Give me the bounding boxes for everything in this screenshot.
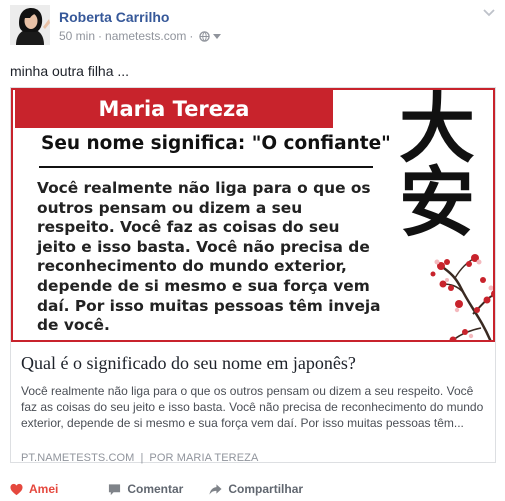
meta-separator-2: · [189, 29, 194, 43]
link-source: PT.NAMETESTS.COM | POR MARIA TEREZA [21, 452, 258, 464]
heart-icon [10, 483, 23, 495]
feed-post: Roberta Carrilho 50 min · nametests.com … [0, 0, 505, 501]
source-divider: | [140, 452, 144, 464]
love-label: Amei [29, 482, 59, 496]
kanji-top: 大 [399, 88, 475, 173]
share-icon [209, 483, 222, 495]
privacy-caret-icon[interactable] [213, 33, 222, 39]
love-button[interactable]: Amei [10, 482, 58, 496]
link-title[interactable]: Qual é o significado do seu nome em japo… [21, 353, 356, 374]
post-meta: 50 min · nametests.com · [59, 29, 222, 43]
image-quote: Você realmente não liga para o que os ou… [37, 179, 381, 335]
link-preview[interactable]: Qual é o significado do seu nome em japo… [11, 342, 495, 464]
chevron-down-icon[interactable] [483, 9, 495, 17]
link-description: Você realmente não liga para o que os ou… [21, 384, 484, 430]
author-name[interactable]: Roberta Carrilho [59, 9, 169, 25]
image-banner-name: Maria Tereza [15, 90, 333, 128]
avatar[interactable] [10, 5, 50, 45]
meta-separator: · [98, 29, 103, 43]
link-domain: PT.NAMETESTS.COM [21, 452, 135, 464]
comment-button[interactable]: Comentar [108, 482, 183, 496]
globe-icon [199, 30, 211, 42]
link-byline: POR MARIA TEREZA [149, 452, 259, 464]
post-text: minha outra filha ... [10, 63, 130, 79]
post-time[interactable]: 50 min [59, 29, 95, 43]
post-source[interactable]: nametests.com [105, 29, 186, 43]
cherry-blossom-icon [430, 254, 493, 340]
share-button[interactable]: Compartilhar [209, 482, 303, 496]
share-label: Compartilhar [228, 482, 304, 496]
image-subtitle: Seu nome significa: "O confiante" [41, 133, 391, 154]
post-actions: Amei Comentar Compartilhar [10, 479, 329, 499]
comment-label: Comentar [127, 482, 184, 496]
image-divider [39, 166, 373, 168]
comment-icon [109, 483, 121, 495]
profile-photo-icon [10, 5, 50, 45]
attachment-image[interactable]: Maria Tereza Seu nome significa: "O conf… [11, 88, 495, 342]
link-attachment[interactable]: Maria Tereza Seu nome significa: "O conf… [10, 87, 496, 464]
